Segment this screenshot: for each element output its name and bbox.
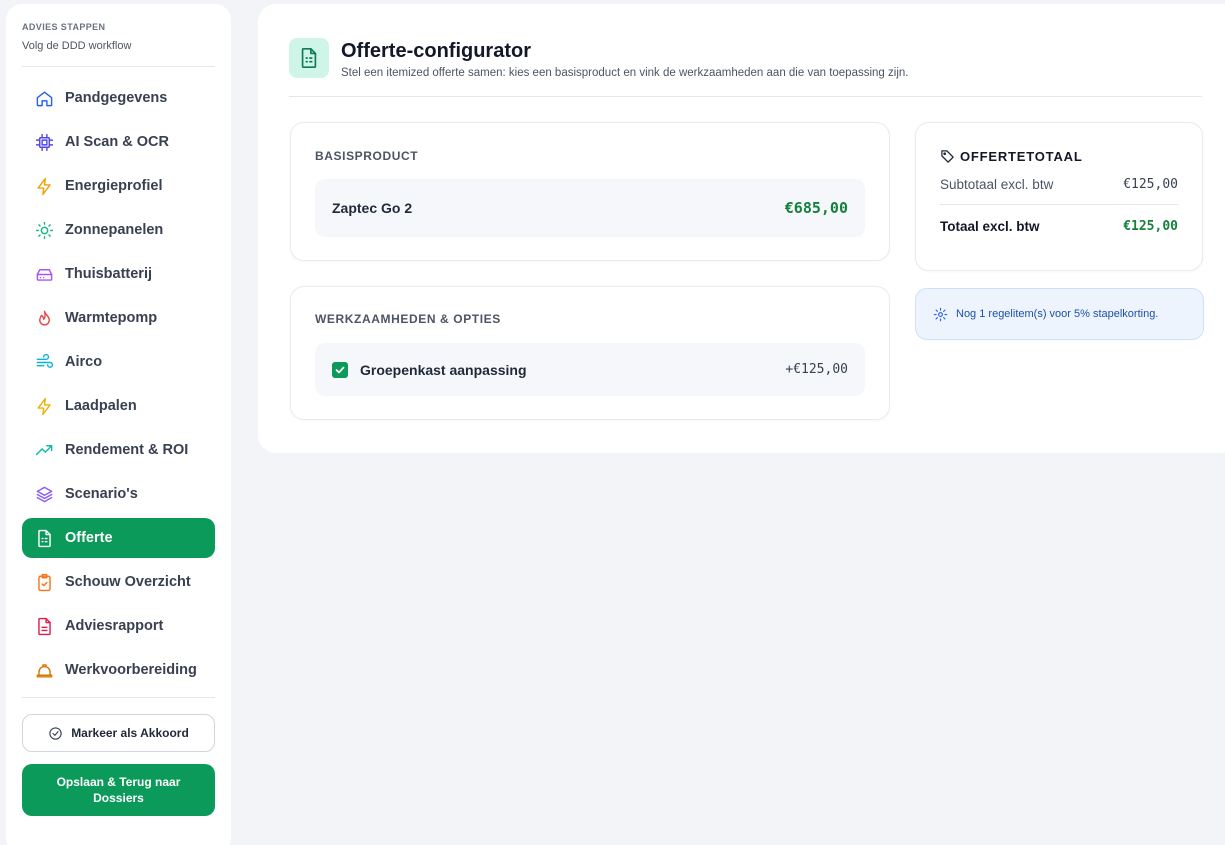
sidebar-item-airco[interactable]: Airco (22, 342, 215, 382)
step-nav: Pandgegevens AI Scan & OCR Energieprofie… (22, 78, 215, 690)
base-product-name: Zaptec Go 2 (332, 200, 413, 216)
report-icon (34, 616, 54, 636)
trending-up-icon (34, 440, 54, 460)
total-label: Totaal excl. btw (940, 219, 1040, 234)
sidebar-item-energieprofiel[interactable]: Energieprofiel (22, 166, 215, 206)
sidebar-item-thuisbatterij[interactable]: Thuisbatterij (22, 254, 215, 294)
sidebar-item-label: Rendement & ROI (65, 442, 189, 458)
sidebar: ADVIES STAPPEN Volg de DDD workflow Pand… (6, 4, 231, 845)
sidebar-item-warmtepomp[interactable]: Warmtepomp (22, 298, 215, 338)
option-name: Groepenkast aanpassing (360, 361, 527, 378)
base-product-price: €685,00 (784, 199, 848, 217)
sidebar-title: ADVIES STAPPEN (22, 22, 106, 32)
page-subtitle: Stel een itemized offerte samen: kies ee… (341, 67, 909, 79)
sidebar-item-label: Werkvoorbereiding (65, 662, 197, 678)
lightning-icon (34, 396, 54, 416)
sidebar-item-label: Thuisbatterij (65, 266, 153, 282)
home-icon (34, 88, 54, 108)
sidebar-item-label: Laadpalen (65, 398, 137, 414)
layers-icon (34, 484, 54, 504)
sidebar-item-label: Offerte (65, 530, 113, 546)
wind-icon (34, 352, 54, 372)
check-circle-icon (49, 726, 62, 740)
sidebar-item-werkvoorbereiding[interactable]: Werkvoorbereiding (22, 650, 215, 690)
subtotal-row: Subtotaal excl. btw €125,00 (940, 177, 1178, 205)
sidebar-item-adviesrapport[interactable]: Adviesrapport (22, 606, 215, 646)
sidebar-item-schouw[interactable]: Schouw Overzicht (22, 562, 215, 602)
lightning-icon (34, 176, 54, 196)
base-product-card: BASISPRODUCT Zaptec Go 2 €685,00 (290, 122, 890, 261)
total-value: €125,00 (1123, 219, 1178, 234)
sidebar-header: ADVIES STAPPEN Volg de DDD workflow (22, 22, 215, 67)
base-product-label: BASISPRODUCT (315, 149, 419, 163)
save-back-button-label: Opslaan & Terug naar Dossiers (56, 775, 181, 805)
sidebar-subtitle: Volg de DDD workflow (22, 40, 132, 52)
header-divider (289, 96, 1202, 97)
options-card: WERKZAAMHEDEN & OPTIES Groepenkast aanpa… (290, 286, 890, 420)
totals-label: OFFERTETOTAAL (960, 149, 1083, 164)
total-row: Totaal excl. btw €125,00 (940, 219, 1178, 234)
approve-button[interactable]: Markeer als Akkoord (22, 714, 215, 752)
totals-header: OFFERTETOTAAL (940, 149, 1178, 164)
cpu-icon (34, 132, 54, 152)
sidebar-item-label: Warmtepomp (65, 310, 158, 326)
sidebar-item-label: Zonnepanelen (65, 222, 164, 238)
sidebar-item-label: Pandgegevens (65, 90, 168, 106)
battery-icon (34, 264, 54, 284)
document-icon (34, 528, 54, 548)
sidebar-item-label: Schouw Overzicht (65, 574, 191, 590)
tag-icon (941, 150, 954, 163)
save-back-button[interactable]: Opslaan & Terug naar Dossiers (22, 764, 215, 816)
options-label: WERKZAAMHEDEN & OPTIES (315, 312, 501, 326)
sidebar-item-label: Energieprofiel (65, 178, 163, 194)
discount-info-banner: Nog 1 regelitem(s) voor 5% stapelkorting… (915, 288, 1204, 340)
flame-icon (34, 308, 54, 328)
totals-card: OFFERTETOTAAL Subtotaal excl. btw €125,0… (915, 122, 1203, 271)
sidebar-divider (22, 697, 215, 698)
gear-icon (933, 307, 948, 321)
clipboard-check-icon (34, 572, 54, 592)
checkmark-icon (335, 366, 345, 373)
sidebar-item-ai-scan[interactable]: AI Scan & OCR (22, 122, 215, 162)
approve-button-label: Markeer als Akkoord (71, 726, 189, 740)
subtotal-label: Subtotaal excl. btw (940, 177, 1054, 192)
page-header: Offerte-configurator Stel een itemized o… (289, 38, 908, 79)
sidebar-item-rendement[interactable]: Rendement & ROI (22, 430, 215, 470)
option-checkbox[interactable] (332, 361, 348, 378)
discount-info-text: Nog 1 regelitem(s) voor 5% stapelkorting… (956, 308, 1159, 320)
sun-icon (34, 220, 54, 240)
sidebar-item-offerte[interactable]: Offerte (22, 518, 215, 558)
sidebar-item-label: AI Scan & OCR (65, 134, 169, 150)
document-icon (289, 38, 329, 78)
option-price: +€125,00 (785, 362, 848, 377)
hardhat-icon (34, 660, 54, 680)
subtotal-value: €125,00 (1123, 177, 1178, 192)
sidebar-item-pandgegevens[interactable]: Pandgegevens (22, 78, 215, 118)
sidebar-item-zonnepanelen[interactable]: Zonnepanelen (22, 210, 215, 250)
sidebar-item-label: Scenario's (65, 486, 138, 502)
option-row[interactable]: Groepenkast aanpassing +€125,00 (315, 343, 865, 396)
page-title: Offerte-configurator (341, 40, 531, 62)
sidebar-item-label: Airco (65, 354, 103, 370)
sidebar-item-label: Adviesrapport (65, 618, 164, 634)
sidebar-item-laadpalen[interactable]: Laadpalen (22, 386, 215, 426)
base-product-row[interactable]: Zaptec Go 2 €685,00 (315, 179, 865, 237)
sidebar-item-scenarios[interactable]: Scenario's (22, 474, 215, 514)
